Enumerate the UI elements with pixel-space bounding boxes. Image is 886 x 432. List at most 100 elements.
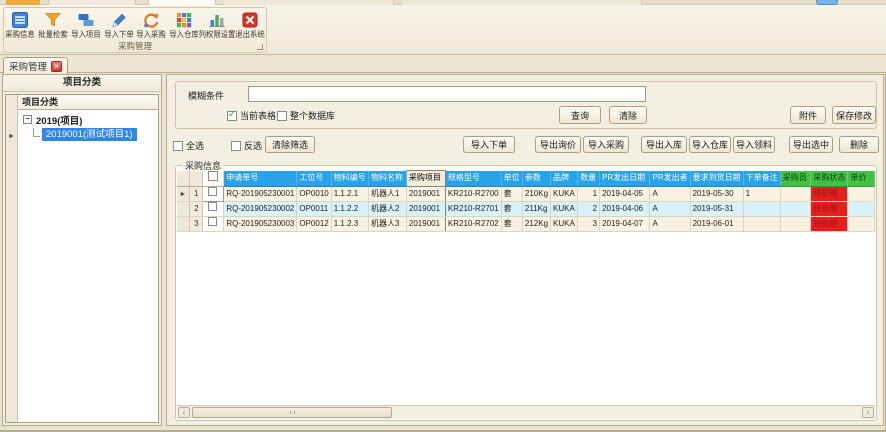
column-header-16[interactable]: 单价 xyxy=(848,171,875,187)
column-header-10[interactable]: PR发出日期 xyxy=(600,171,650,187)
cell[interactable] xyxy=(848,186,875,201)
cell[interactable]: 2019001 xyxy=(406,201,445,216)
export-inbound-button[interactable]: 导出入库 xyxy=(641,136,687,153)
cell[interactable]: 2019-04-06 xyxy=(600,201,650,216)
select-all-header-checkbox[interactable] xyxy=(202,171,224,187)
column-header-2[interactable]: 物料编号 xyxy=(331,171,368,187)
column-header-1[interactable]: 工位号 xyxy=(297,171,331,187)
checkbox-select-all[interactable]: 全选 xyxy=(173,139,204,152)
checkbox-current-table[interactable]: ✓ 当前表格 xyxy=(227,109,276,122)
cell[interactable] xyxy=(780,216,810,231)
cell[interactable]: 机器人2 xyxy=(369,201,407,216)
cell[interactable] xyxy=(780,186,810,201)
column-header-14[interactable]: 采购员 xyxy=(780,171,810,187)
cell[interactable]: KR210-R2700 xyxy=(445,186,501,201)
cell[interactable]: RQ-201905230003 xyxy=(224,216,297,231)
column-header-12[interactable]: 要求到货日期 xyxy=(690,171,743,187)
cell[interactable]: 2019-05-31 xyxy=(690,201,743,216)
tab-close-icon[interactable]: × xyxy=(51,61,62,72)
ribbon-button-import-purchase[interactable]: 导入采购 xyxy=(135,9,168,41)
ribbon-button-import-project[interactable]: 导入项目 xyxy=(69,9,102,41)
tree-node-label-selected[interactable]: 2019001(测试项目1) xyxy=(42,128,137,141)
cell[interactable] xyxy=(848,201,875,216)
export-inquiry-button[interactable]: 导出询价 xyxy=(535,136,581,153)
cell[interactable]: 211Kg xyxy=(522,201,550,216)
checkbox-invert-selection[interactable]: 反选 xyxy=(231,139,262,152)
cell[interactable]: RQ-201905230002 xyxy=(224,201,297,216)
row-checkbox-cell[interactable] xyxy=(202,186,224,201)
ribbon-button-import-order[interactable]: 导入下单 xyxy=(102,9,135,41)
cell[interactable]: 2019-04-05 xyxy=(600,186,650,201)
column-header-3[interactable]: 物料名称 xyxy=(369,171,407,187)
scroll-left-arrow-icon[interactable]: ‹ xyxy=(178,407,190,418)
tree-row-selector-column[interactable]: ► xyxy=(6,95,18,422)
cell[interactable]: OP0010 xyxy=(297,186,331,201)
import-order-button[interactable]: 导入下单 xyxy=(463,136,515,153)
import-purchase-button[interactable]: 导入采购 xyxy=(583,136,629,153)
horizontal-scrollbar[interactable]: ‹ › xyxy=(177,405,875,419)
cell[interactable]: 待处理 xyxy=(811,186,848,201)
clear-filter-button[interactable]: 清除筛选 xyxy=(265,136,315,153)
scrollbar-thumb[interactable] xyxy=(192,407,392,418)
cell[interactable] xyxy=(743,216,780,231)
ribbon-button-batch-search[interactable]: 批量检索 xyxy=(37,9,70,41)
cell[interactable]: A xyxy=(650,216,690,231)
tab-purchase-management[interactable]: 采购管理 × xyxy=(3,57,68,74)
row-checkbox-cell[interactable] xyxy=(202,201,224,216)
clear-button[interactable]: 清除 xyxy=(609,106,647,124)
column-header-0[interactable]: 申请单号 xyxy=(224,171,297,187)
cell[interactable]: 套 xyxy=(501,216,522,231)
column-header-13[interactable]: 下单备注 xyxy=(743,171,780,187)
cell[interactable]: 2019-04-07 xyxy=(600,216,650,231)
cell[interactable]: 2019001 xyxy=(406,216,445,231)
scroll-right-arrow-icon[interactable]: › xyxy=(862,407,874,418)
tree-column-header[interactable]: 项目分类 xyxy=(18,95,158,110)
import-warehouse-button[interactable]: 导入仓库 xyxy=(689,136,731,153)
tree-node-2019001[interactable]: 2019001(测试项目1) xyxy=(18,127,158,142)
cell[interactable]: 2019-06-01 xyxy=(690,216,743,231)
cell[interactable]: 套 xyxy=(501,201,522,216)
cell[interactable]: A xyxy=(650,186,690,201)
ribbon-button-import-warehouse[interactable]: 导入仓库 xyxy=(168,9,201,41)
ribbon-button-column-permission[interactable]: 列权限设置 xyxy=(200,9,233,41)
cell[interactable]: OP0012 xyxy=(297,216,331,231)
cell[interactable]: 1.1.2.3 xyxy=(331,216,368,231)
column-header-11[interactable]: PR发出者 xyxy=(650,171,690,187)
row-number-cell[interactable]: 3 xyxy=(189,216,202,231)
cell[interactable]: A xyxy=(650,201,690,216)
delete-button[interactable]: 删除 xyxy=(839,136,879,153)
column-header-9[interactable]: 数量 xyxy=(578,171,600,187)
ribbon-button-exit-system[interactable]: 退出系统 xyxy=(233,9,266,41)
row-indicator-cell[interactable] xyxy=(177,216,189,231)
row-checkbox-cell[interactable] xyxy=(202,216,224,231)
row-number-cell[interactable]: 2 xyxy=(189,201,202,216)
cell[interactable]: 待处理 xyxy=(811,201,848,216)
cell[interactable]: 1.1.2.2 xyxy=(331,201,368,216)
cell[interactable]: KUKA xyxy=(551,201,578,216)
column-header-15[interactable]: 采购状态 xyxy=(811,171,848,187)
cell[interactable]: OP0011 xyxy=(297,201,331,216)
cell[interactable] xyxy=(780,201,810,216)
cell[interactable]: RQ-201905230001 xyxy=(224,186,297,201)
column-header-7[interactable]: 参数 xyxy=(522,171,550,187)
row-indicator-cell[interactable] xyxy=(177,201,189,216)
cell[interactable]: KUKA xyxy=(551,186,578,201)
row-indicator-cell[interactable]: ► xyxy=(177,186,189,201)
ribbon-button-purchase-info[interactable]: 采购信息 xyxy=(4,9,37,41)
cell[interactable]: 套 xyxy=(501,186,522,201)
collapse-icon[interactable]: − xyxy=(23,115,32,124)
column-header-4[interactable]: 采购项目 xyxy=(406,171,445,187)
cell[interactable]: 212Kg xyxy=(522,216,550,231)
cell[interactable]: 机器人1 xyxy=(369,186,407,201)
save-changes-button[interactable]: 保存修改 xyxy=(832,106,876,124)
cell[interactable]: 210Kg xyxy=(522,186,550,201)
row-number-cell[interactable]: 1 xyxy=(189,186,202,201)
cell[interactable]: KUKA xyxy=(551,216,578,231)
cell[interactable]: 2019-05-30 xyxy=(690,186,743,201)
tree-node-2019[interactable]: − 2019(项目) xyxy=(18,112,158,127)
cell[interactable]: 2019001 xyxy=(406,186,445,201)
cell[interactable]: 3 xyxy=(578,216,600,231)
dialog-launcher-icon[interactable] xyxy=(257,44,263,50)
cell[interactable]: 1.1.2.1 xyxy=(331,186,368,201)
cell[interactable] xyxy=(743,201,780,216)
